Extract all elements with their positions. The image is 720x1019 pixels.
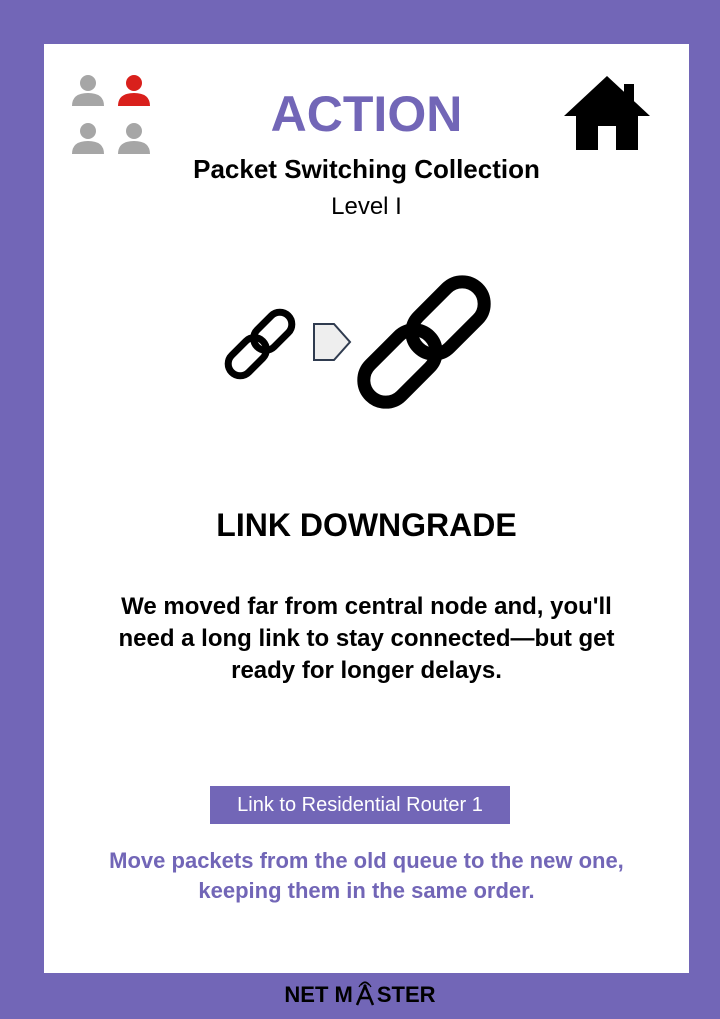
card-description: We moved far from central node and, you'… — [118, 593, 615, 684]
brand-footer: NET M STER — [0, 978, 720, 1012]
antenna-a-icon — [355, 981, 375, 1006]
action-card: ACTION Packet Switching Collection Level… — [44, 44, 689, 973]
home-icon[interactable] — [562, 74, 652, 152]
large-link-icon — [357, 275, 491, 409]
brand-text-part2: STER — [376, 982, 436, 1007]
card-instruction: Move packets from the old queue to the n… — [109, 848, 624, 903]
small-link-icon — [224, 308, 296, 380]
card-name: LINK DOWNGRADE — [216, 507, 517, 543]
arrow-right-icon — [313, 323, 352, 361]
collection-name: Packet Switching Collection — [193, 154, 540, 184]
link-target-badge[interactable]: Link to Residential Router 1 — [210, 786, 510, 824]
link-upgrade-illustration — [224, 275, 491, 409]
level-label: Level I — [331, 193, 402, 220]
brand-text-part1: NET M — [284, 982, 353, 1007]
